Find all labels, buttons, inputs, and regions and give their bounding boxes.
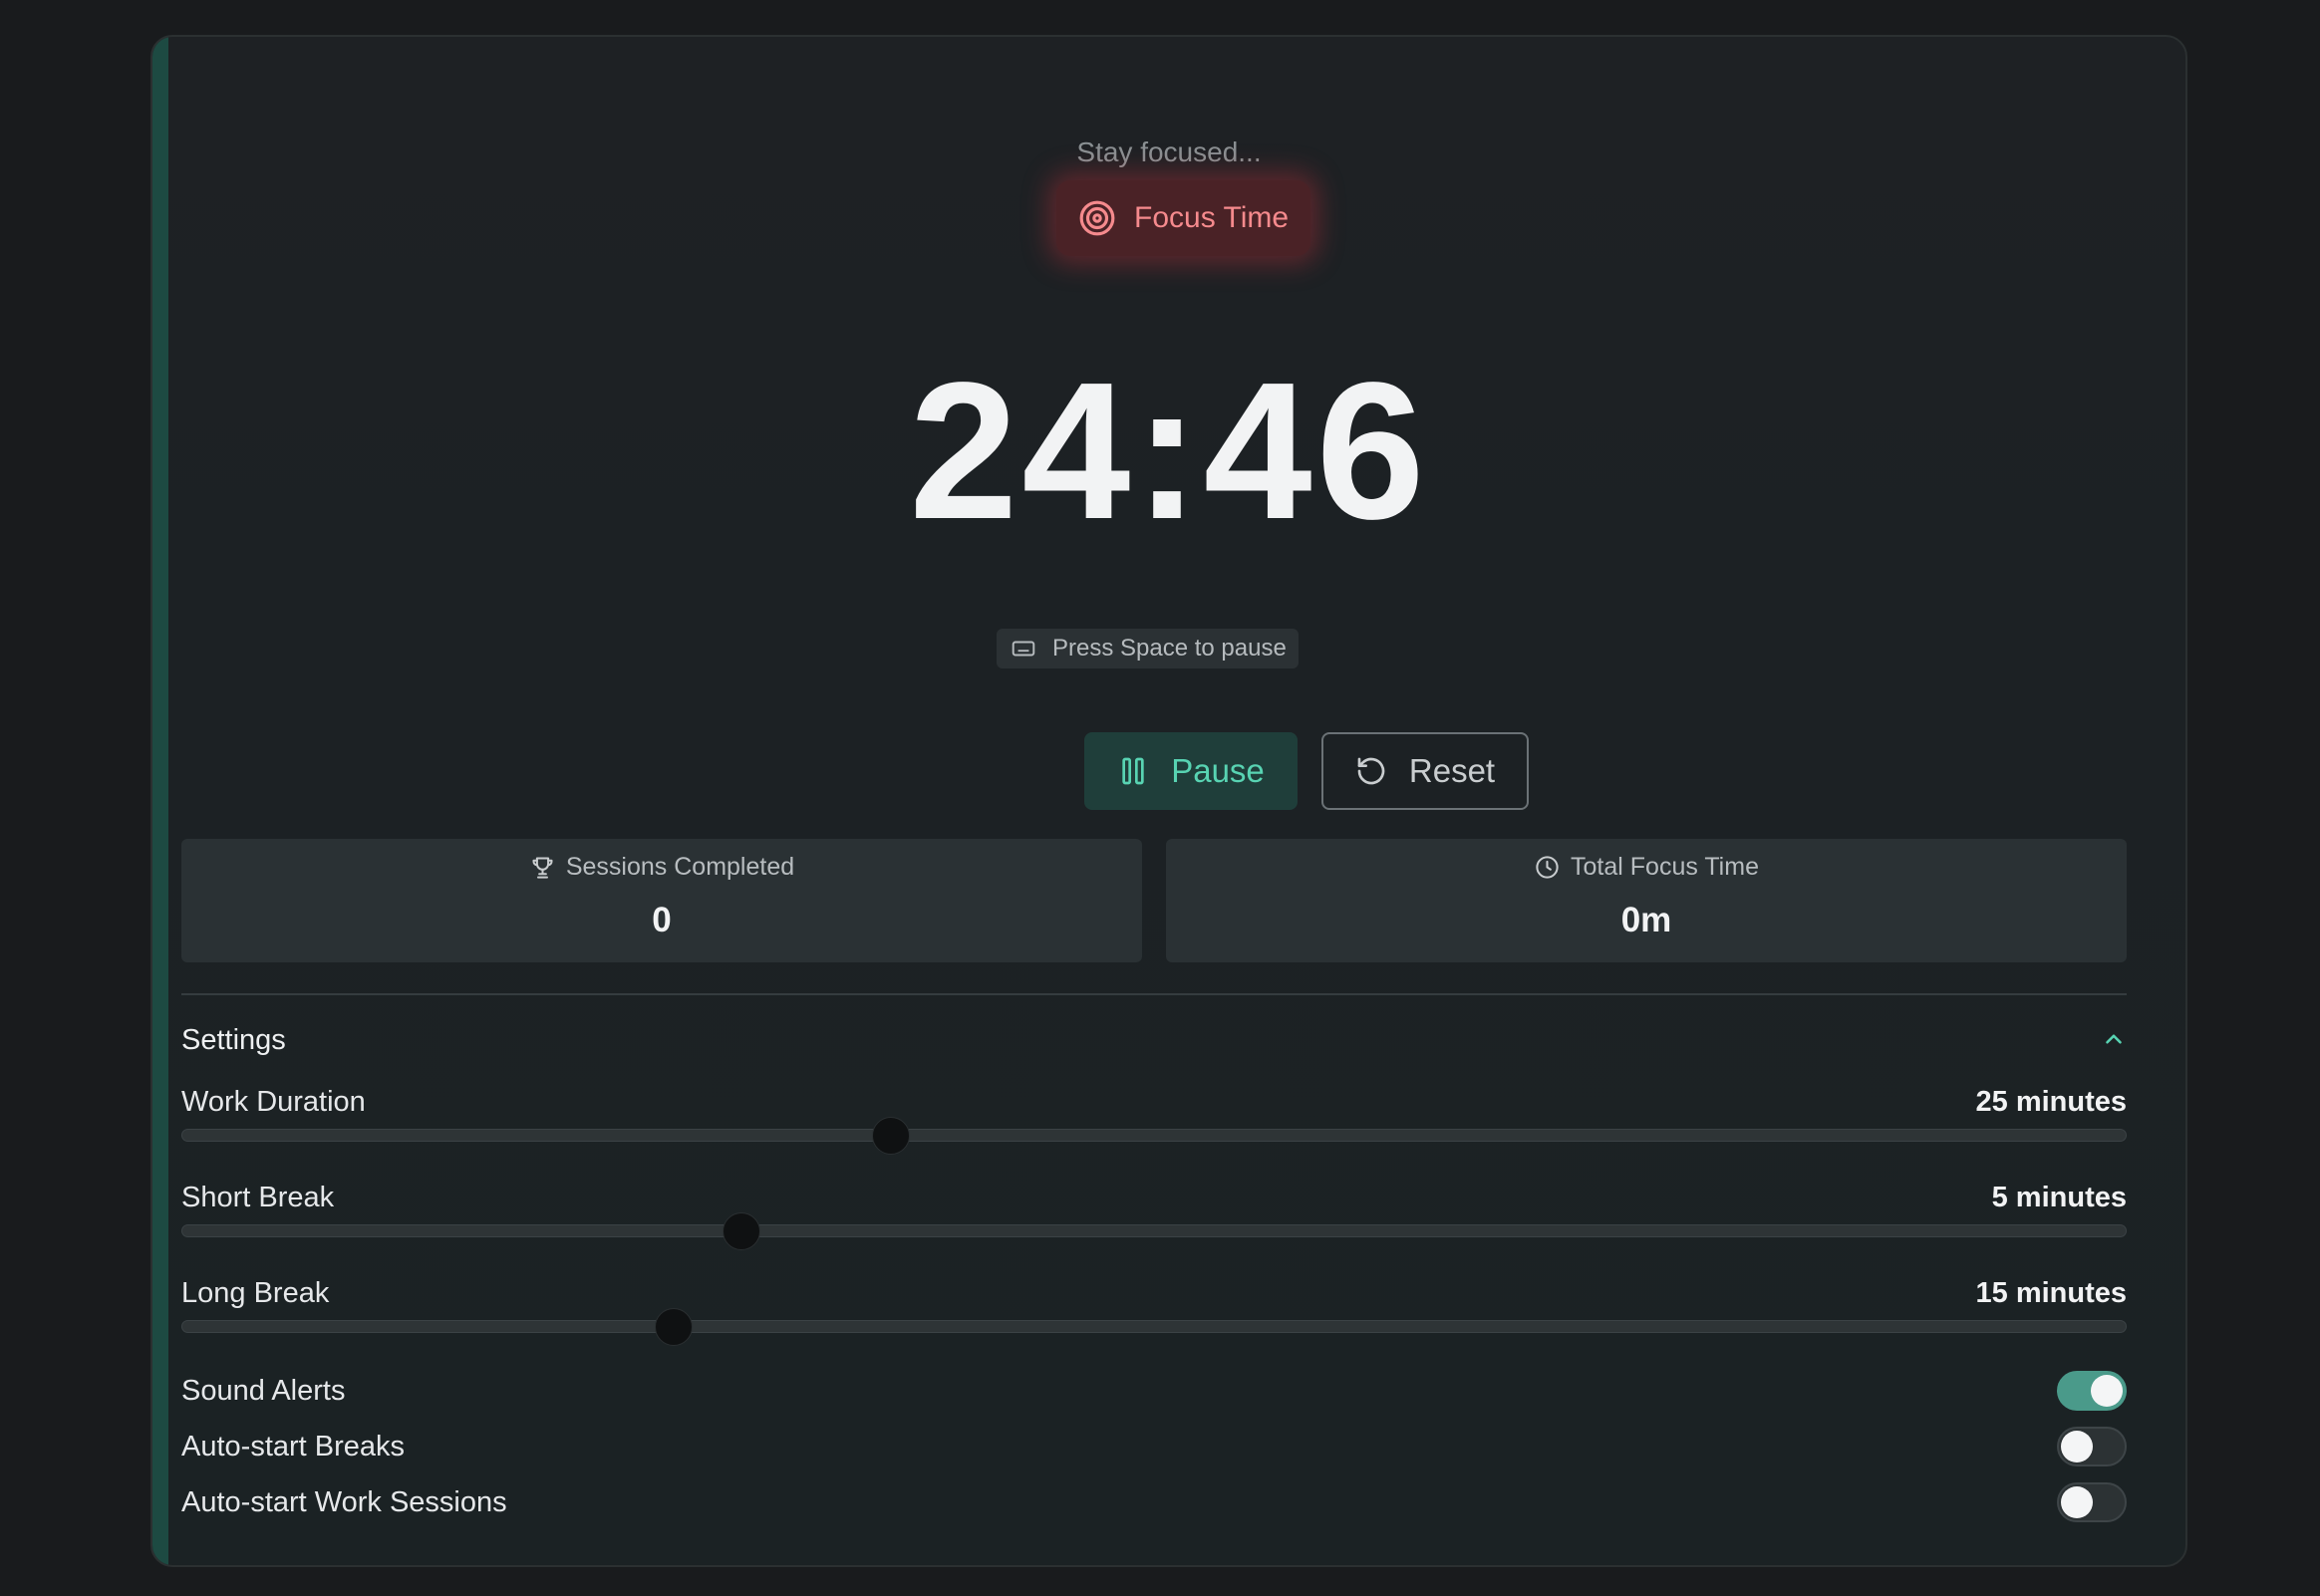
short-break-slider-thumb[interactable] — [723, 1212, 761, 1250]
pause-label: Pause — [1171, 752, 1265, 789]
pause-button[interactable]: Pause — [1084, 732, 1298, 810]
sessions-completed-label-row: Sessions Completed — [181, 853, 1142, 882]
short-break-slider[interactable] — [181, 1224, 2127, 1237]
toggle-knob — [2061, 1486, 2093, 1518]
card-accent-bar — [152, 37, 168, 1565]
settings-title: Settings — [181, 1024, 286, 1056]
keyboard-hint: Press Space to pause — [997, 629, 1299, 668]
trophy-icon — [532, 857, 553, 879]
settings-divider — [181, 993, 2127, 995]
focus-mode-badge: Focus Time — [1056, 180, 1311, 256]
settings-header[interactable]: Settings — [181, 1018, 2127, 1062]
sound-alerts-setting: Sound Alerts — [181, 1369, 2127, 1415]
sound-alerts-toggle[interactable] — [2057, 1371, 2127, 1411]
status-text: Stay focused... — [1076, 136, 1262, 167]
timer-display: 24:46 — [909, 342, 1429, 560]
work-duration-label: Work Duration — [181, 1086, 366, 1118]
short-break-setting: Short Break 5 minutes — [181, 1182, 2127, 1261]
target-icon — [1079, 200, 1115, 236]
chevron-up-icon[interactable] — [2101, 1026, 2127, 1052]
short-break-label: Short Break — [181, 1182, 335, 1213]
total-focus-time-label-row: Total Focus Time — [1166, 853, 2127, 882]
sound-alerts-label: Sound Alerts — [181, 1375, 346, 1407]
keyboard-icon — [1012, 641, 1035, 657]
reset-icon — [1357, 757, 1385, 785]
work-duration-setting: Work Duration 25 minutes — [181, 1086, 2127, 1166]
long-break-slider-thumb[interactable] — [654, 1308, 693, 1346]
auto-start-breaks-label: Auto-start Breaks — [181, 1431, 406, 1463]
auto-start-work-sessions-toggle[interactable] — [2057, 1482, 2127, 1522]
total-focus-time-value: 0m — [1620, 901, 1672, 939]
work-duration-value: 25 minutes — [1975, 1086, 2128, 1118]
toggle-knob — [2061, 1431, 2093, 1463]
long-break-label: Long Break — [181, 1277, 330, 1309]
auto-start-work-sessions-label: Auto-start Work Sessions — [181, 1486, 507, 1518]
total-focus-time-card: Total Focus Time 0m — [1166, 839, 2127, 962]
sessions-completed-value: 0 — [652, 901, 672, 939]
reset-label: Reset — [1408, 752, 1496, 789]
clock-icon — [1536, 856, 1559, 879]
keyboard-hint-text: Press Space to pause — [1052, 635, 1287, 662]
sessions-completed-label: Sessions Completed — [565, 853, 795, 881]
long-break-slider[interactable] — [181, 1320, 2127, 1333]
short-break-value: 5 minutes — [1991, 1182, 2127, 1213]
work-duration-slider-thumb[interactable] — [872, 1117, 911, 1155]
long-break-value: 15 minutes — [1975, 1277, 2128, 1309]
toggle-knob — [2091, 1375, 2123, 1407]
auto-start-breaks-toggle[interactable] — [2057, 1427, 2127, 1466]
long-break-setting: Long Break 15 minutes — [181, 1277, 2127, 1357]
sessions-completed-card: Sessions Completed 0 — [181, 839, 1142, 962]
reset-button[interactable]: Reset — [1321, 732, 1529, 810]
mode-label: Focus Time — [1134, 201, 1290, 234]
auto-start-breaks-setting: Auto-start Breaks — [181, 1425, 2127, 1470]
total-focus-time-label: Total Focus Time — [1571, 853, 1759, 881]
auto-start-work-sessions-setting: Auto-start Work Sessions — [181, 1480, 2127, 1526]
pause-icon — [1122, 757, 1144, 785]
work-duration-slider[interactable] — [181, 1129, 2127, 1142]
